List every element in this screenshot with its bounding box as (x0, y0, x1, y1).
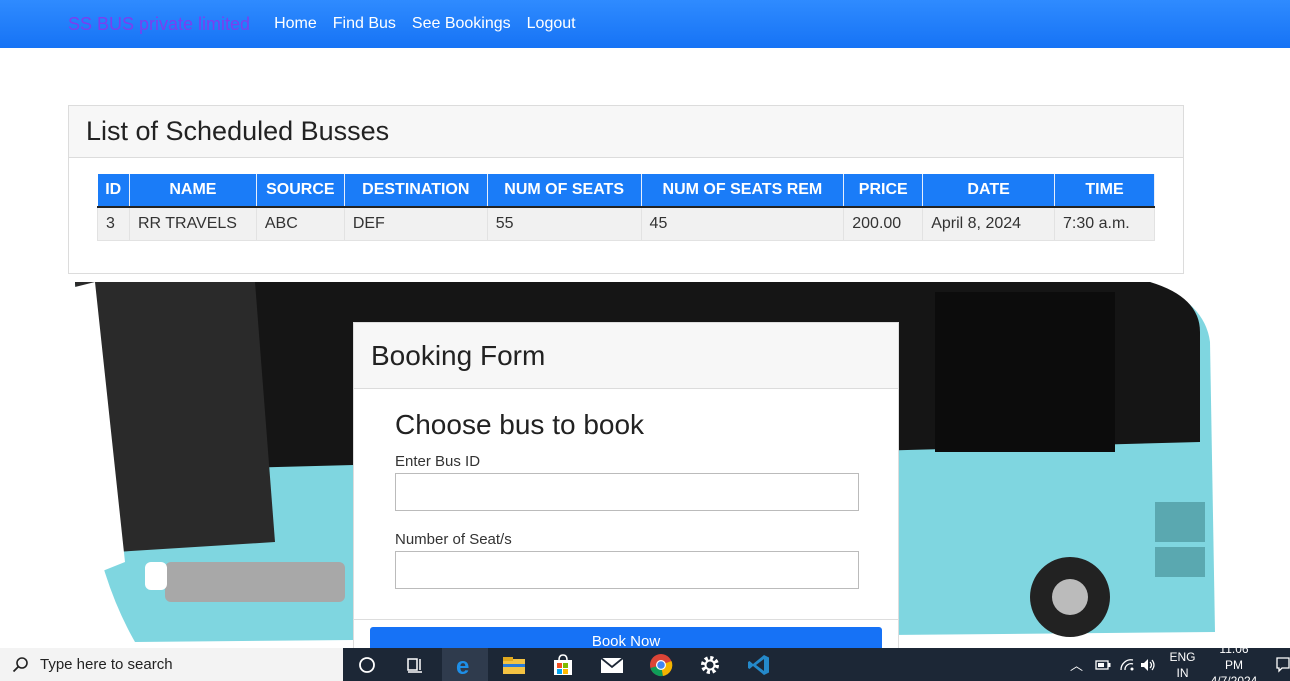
clock-time: 11:06 PM (1219, 641, 1249, 672)
nav-see-bookings[interactable]: See Bookings (412, 15, 511, 33)
vscode-icon[interactable] (736, 648, 782, 681)
col-time: TIME (1054, 174, 1155, 208)
cell-name: RR TRAVELS (128, 206, 257, 241)
booking-form-title: Choose bus to book (395, 409, 645, 440)
wifi-icon[interactable] (1119, 658, 1135, 672)
col-source: SOURCE (256, 174, 345, 208)
clock-date: 4/7/2024 (1210, 673, 1258, 681)
battery-icon[interactable] (1095, 659, 1111, 671)
svg-text:e: e (456, 654, 469, 676)
nav-home[interactable]: Home (274, 15, 317, 33)
brand-logo[interactable]: SS BUS private limited (68, 14, 250, 35)
booking-form-header: Booking Form (354, 323, 898, 389)
cell-date: April 8, 2024 (922, 206, 1056, 241)
bus-id-label: Enter Bus ID (395, 453, 481, 470)
file-explorer-icon[interactable] (491, 648, 537, 681)
windows-taskbar: Type here to search e ︿ ENG IN 11:06 PM (0, 642, 1290, 681)
seats-input[interactable] (395, 551, 859, 589)
booking-form-body: Choose bus to book Enter Bus ID Number o… (395, 407, 859, 589)
booking-form-footer (354, 619, 898, 620)
notification-icon[interactable] (1276, 656, 1290, 673)
system-tray: ︿ ENG IN 11:06 PM 4/7/2024 (1070, 642, 1290, 681)
navbar: SS BUS private limited Home Find Bus See… (0, 0, 1290, 48)
schedule-table: ID NAME SOURCE DESTINATION NUM OF SEATS … (97, 174, 1155, 241)
mail-icon[interactable] (589, 648, 635, 681)
bus-id-input[interactable] (395, 473, 859, 511)
table-row: 3 RR TRAVELS ABC DEF 55 45 200.00 April … (97, 206, 1155, 241)
clock[interactable]: 11:06 PM 4/7/2024 (1210, 641, 1259, 681)
cell-destination: DEF (343, 206, 488, 241)
language-bottom: IN (1176, 665, 1189, 680)
cell-source: ABC (255, 206, 345, 241)
language-top: ENG (1169, 649, 1196, 664)
col-date: DATE (922, 174, 1056, 208)
task-view-icon[interactable] (344, 648, 390, 681)
taskview-timeline-icon[interactable] (392, 648, 438, 681)
taskbar-search-box[interactable]: Type here to search (0, 648, 343, 681)
scheduled-busses-card: List of Scheduled Busses ID NAME SOURCE … (68, 105, 1184, 274)
col-price: PRICE (843, 174, 924, 208)
col-name: NAME (129, 174, 257, 208)
chevron-up-icon[interactable]: ︿ (1070, 655, 1083, 674)
booking-form-card: Booking Form Choose bus to book Enter Bu… (353, 322, 899, 653)
edge-icon[interactable]: e (442, 648, 488, 681)
language-indicator[interactable]: ENG IN (1170, 649, 1196, 681)
search-icon (12, 656, 28, 672)
scheduled-busses-title: List of Scheduled Busses (69, 106, 1183, 158)
cell-id: 3 (97, 206, 130, 241)
cell-num-of-seats: 55 (486, 206, 642, 241)
col-id: ID (97, 174, 130, 208)
col-num-of-seats-rem: NUM OF SEATS REM (641, 174, 845, 208)
volume-icon[interactable] (1140, 658, 1156, 672)
cell-time: 7:30 a.m. (1054, 206, 1155, 241)
search-placeholder: Type here to search (40, 656, 173, 673)
seats-label: Number of Seat/s (395, 531, 512, 548)
nav-find-bus[interactable]: Find Bus (333, 15, 396, 33)
col-destination: DESTINATION (344, 174, 488, 208)
table-header-row: ID NAME SOURCE DESTINATION NUM OF SEATS … (97, 174, 1155, 208)
cell-num-of-seats-rem: 45 (640, 206, 845, 241)
cell-price: 200.00 (843, 206, 924, 241)
col-num-of-seats: NUM OF SEATS (487, 174, 642, 208)
settings-icon[interactable] (687, 648, 733, 681)
nav-logout[interactable]: Logout (527, 15, 576, 33)
store-icon[interactable] (540, 648, 586, 681)
chrome-icon[interactable] (638, 648, 684, 681)
